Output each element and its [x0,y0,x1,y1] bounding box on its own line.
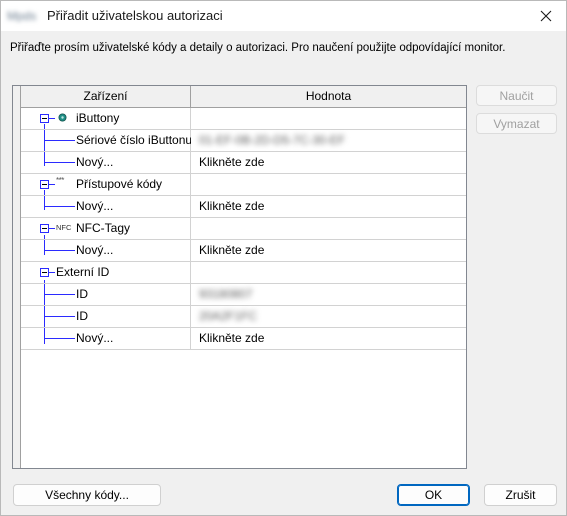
app-name: Mpds [7,9,37,22]
tree-row-access-codes[interactable]: *** Přístupové kódy [21,174,466,196]
group-label: Externí ID [56,265,110,279]
keypad-icon: *** [56,176,64,185]
close-button[interactable] [526,1,566,31]
click-here-cell[interactable]: Klikněte zde [199,240,264,261]
new-item-label: Nový... [76,155,114,169]
close-icon [540,10,552,22]
tree-line [45,316,75,317]
click-here-cell[interactable]: Klikněte zde [199,152,264,173]
cancel-button[interactable]: Zrušit [484,484,557,506]
collapse-toggle[interactable] [40,180,49,189]
ibutton-icon [58,113,67,122]
column-header-device[interactable]: Zařízení [21,86,191,107]
tree-row-external-id-item[interactable]: ID 93180807 [21,284,466,306]
tree-row-ibutton-serial[interactable]: Sériové číslo iButtonu 01-EF-0B-2D-D5-7C… [21,130,466,152]
collapse-toggle[interactable] [40,224,49,233]
new-item-label: Nový... [76,199,114,213]
new-item-label: Nový... [76,243,114,257]
new-item-label: Nový... [76,331,114,345]
tree-row-external-id-item[interactable]: ID 20A2F1FC [21,306,466,328]
tree-row-access-codes-new[interactable]: Nový... Klikněte zde [21,196,466,218]
item-label: ID [76,287,88,301]
item-label: ID [76,309,88,323]
collapse-toggle[interactable] [40,114,49,123]
nfc-icon: NFC [56,223,72,232]
dialog-window: Mpds Přiřadit uživatelskou autorizaci Př… [0,0,567,516]
grid-header: Zařízení Hodnota [21,86,466,108]
click-here-cell[interactable]: Klikněte zde [199,328,264,349]
tree-line [45,250,75,251]
column-header-value[interactable]: Hodnota [191,86,466,107]
tree-row-nfc-new[interactable]: Nový... Klikněte zde [21,240,466,262]
tree-row-external-id[interactable]: Externí ID [21,262,466,284]
ok-button[interactable]: OK [397,484,470,506]
id-value: 93180807 [199,287,253,301]
collapse-toggle[interactable] [40,268,49,277]
delete-button[interactable]: Vymazat [476,113,557,134]
tree-line [49,228,55,229]
id-value: 20A2F1FC [199,309,258,323]
tree-line [49,272,55,273]
tree-line [45,140,75,141]
title-bar[interactable]: Mpds Přiřadit uživatelskou autorizaci [1,1,566,31]
tree-line [49,184,55,185]
tree-line [45,338,75,339]
tree-line [45,294,75,295]
serial-value: 01-EF-0B-2D-D5-7C-30-EF [199,133,346,147]
row-selector-column [13,86,21,468]
tree-row-nfc-tags[interactable]: NFC NFC-Tagy [21,218,466,240]
tree-row-external-id-new[interactable]: Nový... Klikněte zde [21,328,466,350]
dialog-title: Přiřadit uživatelskou autorizaci [47,8,223,23]
group-label: Přístupové kódy [76,177,163,191]
tree-row-ibuttony[interactable]: iButtony [21,108,466,130]
tree-line [45,162,75,163]
group-label: NFC-Tagy [76,221,131,235]
tree-line [45,206,75,207]
authorization-grid[interactable]: Zařízení Hodnota iButtony Sériové číslo … [12,85,467,469]
instruction-text: Přiřaďte prosím uživatelské kódy a detai… [10,42,506,54]
all-codes-button[interactable]: Všechny kódy... [13,484,161,506]
click-here-cell[interactable]: Klikněte zde [199,196,264,217]
tree-line [49,118,55,119]
learn-button[interactable]: Naučit [476,85,557,106]
item-label: Sériové číslo iButtonu [76,133,191,147]
group-label: iButtony [76,111,120,125]
tree-row-ibutton-new[interactable]: Nový... Klikněte zde [21,152,466,174]
